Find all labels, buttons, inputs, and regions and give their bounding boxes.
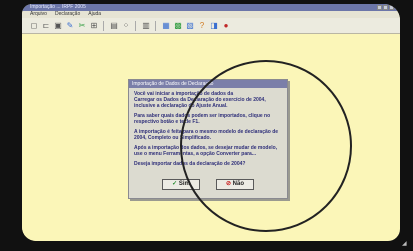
close-button[interactable] — [389, 5, 394, 10]
dialog-title: Importação de Dados de Declaração — [129, 80, 287, 88]
menubar: Arquivo Declaração Ajuda — [22, 11, 400, 18]
paste-icon[interactable]: ▤ — [109, 21, 119, 31]
save-icon[interactable]: ▣ — [53, 21, 63, 31]
dialog-message: Você vai iniciar a importação de dados d… — [129, 88, 287, 174]
toolbar-separator — [103, 20, 105, 31]
toolbar-separator — [135, 20, 137, 31]
corner-mark-icon: ◢ — [402, 241, 407, 247]
open-icon[interactable]: ⊏ — [41, 21, 51, 31]
chart-icon[interactable]: ▧ — [185, 21, 195, 31]
no-label: Não — [232, 181, 245, 187]
copy-icon[interactable]: ⊞ — [89, 21, 99, 31]
window-title: Importação ... IRPF 2005 — [30, 4, 86, 10]
minimize-button[interactable] — [377, 5, 382, 10]
menu-declaracao[interactable]: Declaração — [55, 11, 80, 18]
import-dialog: Importação de Dados de Declaração Você v… — [128, 79, 288, 199]
dialog-line: 2004, Completo ou Simplificado. — [134, 135, 211, 141]
info-icon[interactable]: ◨ — [209, 21, 219, 31]
import-icon[interactable]: ▦ — [161, 21, 171, 31]
export-icon[interactable]: ▥ — [141, 21, 151, 31]
new-icon[interactable]: ◻ — [29, 21, 39, 31]
no-button[interactable]: ⊘ Não — [216, 179, 254, 190]
dialog-buttons: ✓ Sim ⊘ Não — [129, 179, 287, 190]
exit-icon[interactable]: ● — [221, 21, 231, 31]
toolbar: ◻ ⊏ ▣ ✎ ✂ ⊞ ▤ ⁘ ▥ ▦ ▩ ▧ ? ◨ ● — [22, 18, 400, 34]
yes-button[interactable]: ✓ Sim — [162, 179, 200, 190]
dialog-question: Deseja importar dados da declaração de 2… — [134, 161, 246, 167]
monitor-screen: Importação ... IRPF 2005 Arquivo Declara… — [22, 4, 400, 241]
find-icon[interactable]: ⁘ — [121, 21, 131, 31]
menu-ajuda[interactable]: Ajuda — [88, 11, 101, 18]
cut-icon[interactable]: ✂ — [77, 21, 87, 31]
maximize-button[interactable] — [383, 5, 388, 10]
document-area — [22, 34, 46, 241]
yes-label: Sim — [178, 181, 190, 187]
no-entry-icon: ⊘ — [225, 181, 231, 187]
window-controls — [377, 5, 394, 10]
print-icon[interactable]: ✎ — [65, 21, 75, 31]
toolbar-separator — [155, 20, 157, 31]
help-icon[interactable]: ? — [197, 21, 207, 31]
calc-icon[interactable]: ▩ — [173, 21, 183, 31]
menu-arquivo[interactable]: Arquivo — [30, 11, 47, 18]
dialog-line: menu Ferramentas, a opção Converter para… — [148, 151, 256, 157]
window-titlebar: Importação ... IRPF 2005 — [22, 4, 400, 11]
dialog-line: Ajuste Anual. — [195, 103, 228, 109]
checkmark-icon: ✓ — [172, 181, 178, 187]
